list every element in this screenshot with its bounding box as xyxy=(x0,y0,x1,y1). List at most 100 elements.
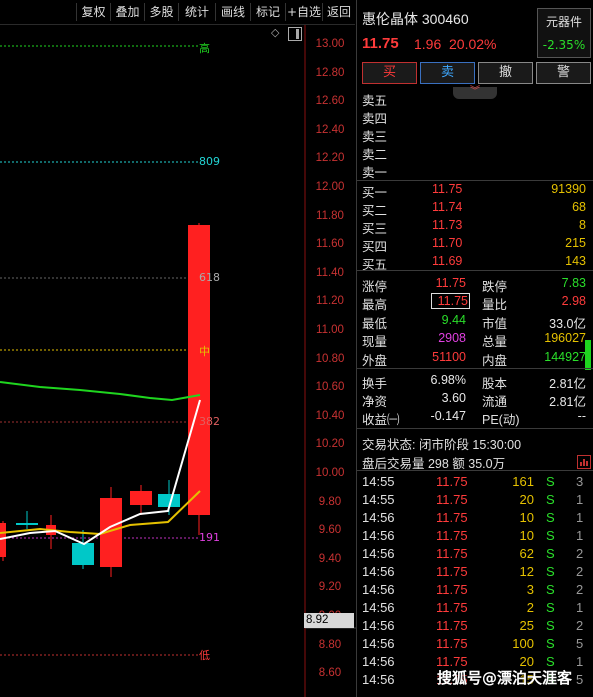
add-watchlist-button[interactable]: +自选 xyxy=(285,3,322,21)
buy-level-label: 买三 xyxy=(362,222,388,236)
multi-stock-button[interactable]: 多股 xyxy=(144,3,178,21)
tick-time: 14:56 xyxy=(362,564,395,579)
restore-rights-button[interactable]: 复权 xyxy=(76,3,110,21)
tick-count: 2 xyxy=(576,618,584,633)
price-tick-label: 11.20 xyxy=(316,295,344,308)
tick-price: 11.75 xyxy=(436,582,468,597)
net-assets-value: 3.60 xyxy=(441,391,466,405)
tick-volume: 100 xyxy=(512,636,534,651)
tick-price: 11.75 xyxy=(436,600,468,615)
overlay-button[interactable]: 叠加 xyxy=(110,3,144,21)
chart-toolbar: 复权 叠加 多股 统计 画线 标记 +自选 返回 xyxy=(0,0,355,25)
share-capital-value: 2.81亿 xyxy=(549,377,586,391)
tick-side: S xyxy=(546,474,555,489)
sector-box[interactable]: 元器件 -2.35% xyxy=(537,8,591,58)
sell-level-3: 卖三 xyxy=(362,130,388,144)
price-tick-label: 12.40 xyxy=(315,123,345,136)
cancel-order-button[interactable]: 撤 xyxy=(478,62,533,84)
fib-618-label: 618 xyxy=(199,271,220,284)
tick-side: S xyxy=(546,582,555,597)
tick-row: 14:56 11.75 10 S 1 xyxy=(362,528,590,546)
pe-value: -- xyxy=(577,409,586,423)
volume-bar xyxy=(585,340,591,370)
net-assets-label: 净资 xyxy=(362,395,388,409)
tick-count: 2 xyxy=(576,546,584,561)
sell-button[interactable]: 卖 xyxy=(420,62,475,84)
current-volume-value: 2908 xyxy=(438,331,466,345)
float-shares-label: 流通 xyxy=(482,395,508,409)
tick-time: 14:56 xyxy=(362,636,395,651)
tick-time: 14:55 xyxy=(362,474,395,489)
volume-ratio-value: 2.98 xyxy=(561,294,586,308)
sector-name: 元器件 xyxy=(545,15,582,29)
kline-chart[interactable] xyxy=(0,25,356,697)
statistics-button[interactable]: 统计 xyxy=(178,3,215,21)
sell-level-5: 卖五 xyxy=(362,94,388,108)
tick-price: 11.75 xyxy=(436,564,468,579)
high-line-label: 高 xyxy=(199,42,210,55)
draw-line-button[interactable]: 画线 xyxy=(215,3,250,21)
tick-volume: 20 xyxy=(519,492,534,507)
tick-count: 3 xyxy=(576,474,584,489)
market-cap-label: 市值 xyxy=(482,317,508,331)
chart-icon[interactable] xyxy=(577,455,591,469)
outer-volume-label: 外盘 xyxy=(362,354,388,368)
price-tick-label: 11.80 xyxy=(316,209,344,222)
sell-level-2: 卖二 xyxy=(362,148,388,162)
tick-price: 11.75 xyxy=(436,546,468,561)
candle xyxy=(130,491,152,505)
tick-row: 14:56 11.75 62 S 2 xyxy=(362,546,590,564)
tick-volume: 62 xyxy=(519,546,534,561)
limit-up-label: 涨停 xyxy=(362,280,388,294)
price-tick-label: 9.20 xyxy=(318,581,342,594)
price-tick-label: 10.20 xyxy=(315,438,345,451)
current-price: 11.75 xyxy=(362,35,399,52)
tick-time: 14:55 xyxy=(362,492,395,507)
price-tick-label: 8.60 xyxy=(318,667,342,680)
buy-level-price: 11.75 xyxy=(432,182,463,196)
tick-volume: 10 xyxy=(519,510,534,525)
tick-volume: 12 xyxy=(519,564,534,579)
watermark: 搜狐号@漂泊天涯客 xyxy=(437,669,573,687)
mid-line-label: 中 xyxy=(199,345,210,358)
current-volume-label: 现量 xyxy=(362,335,388,349)
price-tick-label: 11.00 xyxy=(316,324,344,336)
turnover-value: 6.98% xyxy=(430,373,466,387)
price-tick-label: 12.00 xyxy=(315,181,345,193)
tick-side: S xyxy=(546,564,555,579)
buy-level-volume: 8 xyxy=(579,218,586,232)
limit-down-label: 跌停 xyxy=(482,280,508,294)
tick-side: S xyxy=(546,546,555,561)
tick-side: S xyxy=(546,600,555,615)
price-tick-label: 10.60 xyxy=(315,381,345,394)
buy-level-price: 11.74 xyxy=(432,200,463,214)
tick-count: 2 xyxy=(576,582,584,597)
tick-volume: 10 xyxy=(519,528,534,543)
tick-count: 1 xyxy=(576,600,584,615)
tick-price: 11.75 xyxy=(436,618,468,633)
tick-count: 5 xyxy=(576,672,584,687)
buy-button[interactable]: 买 xyxy=(362,62,417,84)
price-tick-label: 9.80 xyxy=(318,495,342,508)
tick-volume: 3 xyxy=(526,582,534,597)
tick-side: S xyxy=(546,636,555,651)
inner-volume-value: 144927 xyxy=(544,350,586,364)
collapse-chevron-icon[interactable]: ︾ xyxy=(453,87,497,99)
fib-809-label: 809 xyxy=(199,155,220,168)
tick-price: 11.75 xyxy=(436,510,468,525)
price-tick-label: 11.40 xyxy=(316,266,344,279)
pe-label: PE(动) xyxy=(482,413,520,427)
volume-ratio-label: 量比 xyxy=(482,298,508,312)
back-button[interactable]: 返回 xyxy=(322,3,355,21)
alert-button[interactable]: 警 xyxy=(536,62,591,84)
tick-time: 14:56 xyxy=(362,582,395,597)
buy-level-price: 11.70 xyxy=(432,236,463,250)
tick-row: 14:56 11.75 12 S 2 xyxy=(362,564,590,582)
mark-button[interactable]: 标记 xyxy=(250,3,285,21)
eps-label: 收益㈠ xyxy=(362,413,400,427)
limit-up-value: 11.75 xyxy=(435,276,466,290)
price-tick-label: 12.60 xyxy=(315,95,345,108)
market-cap-value: 33.0亿 xyxy=(549,317,586,331)
price-tick-label: 8.80 xyxy=(318,638,342,651)
price-tick-label: 11.60 xyxy=(316,238,344,251)
